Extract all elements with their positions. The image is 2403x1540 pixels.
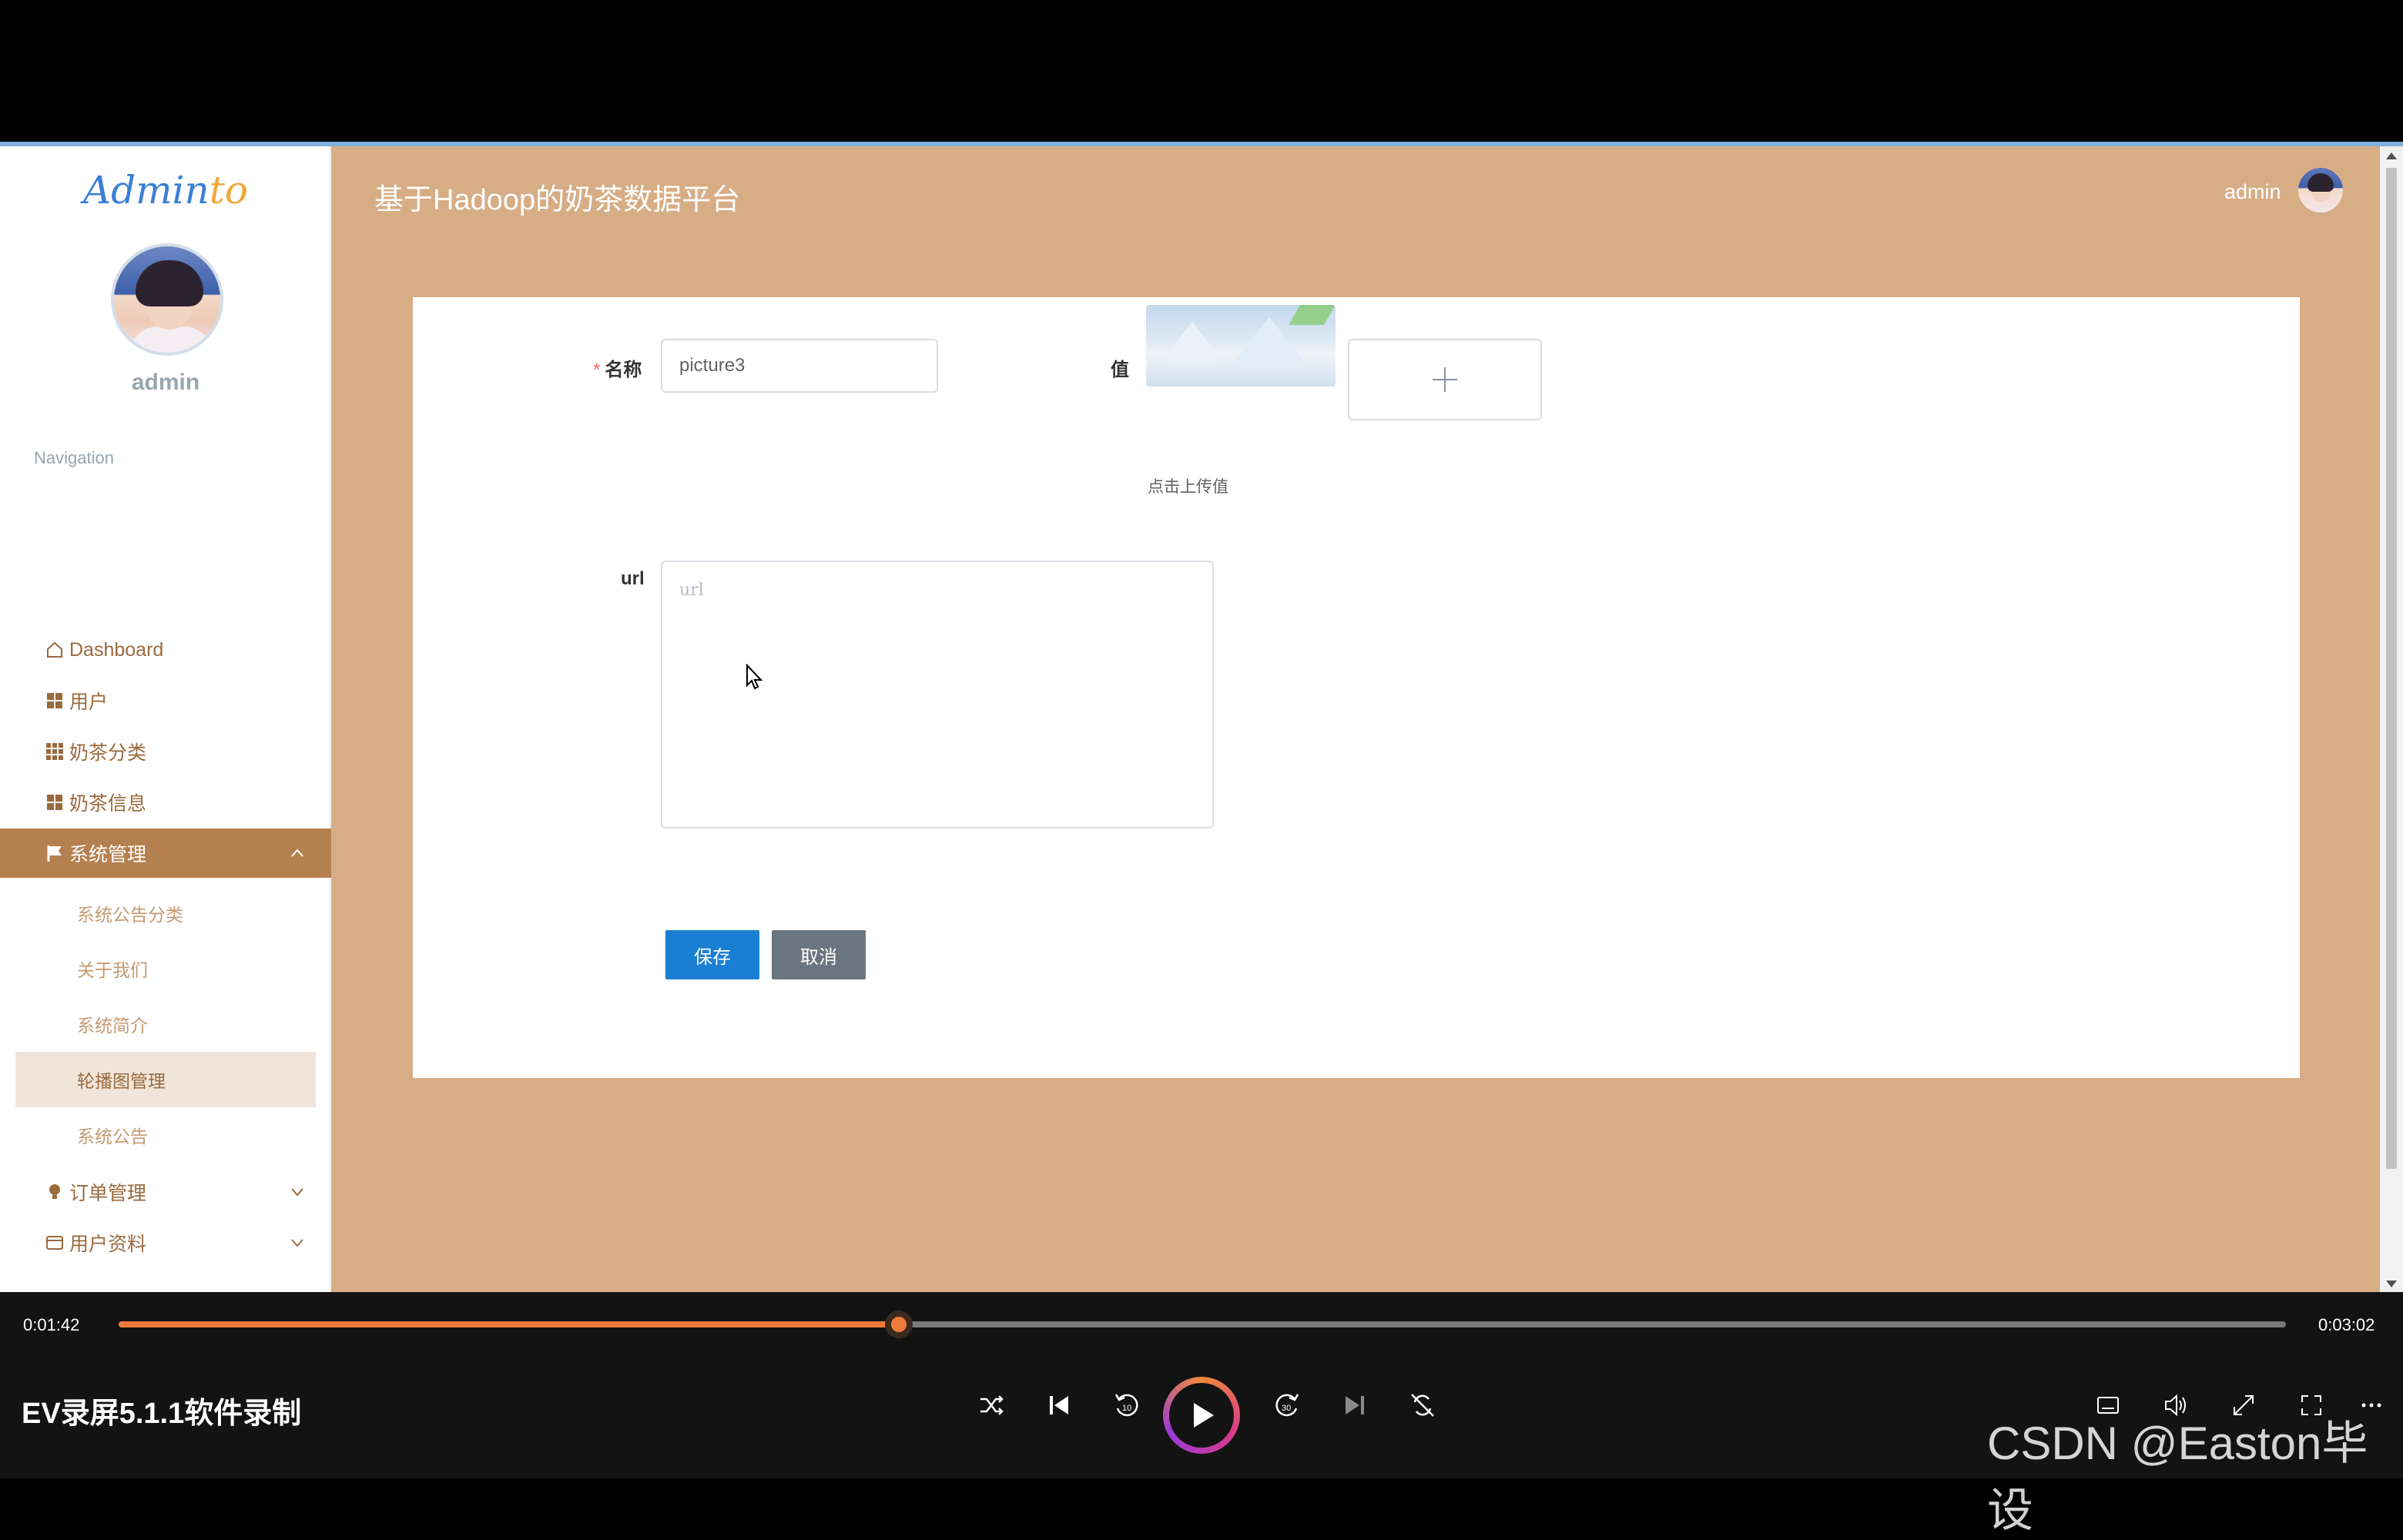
vertical-scrollbar[interactable] — [2380, 146, 2403, 1292]
svg-text:10: 10 — [1122, 1404, 1131, 1413]
app-logo[interactable]: Adminto — [0, 168, 331, 213]
sidebar-item-label: 奶茶分类 — [69, 742, 147, 764]
scroll-up-arrow-icon[interactable] — [2386, 152, 2397, 159]
total-time: 0:03:02 — [2318, 1315, 2375, 1334]
grid-icon — [45, 691, 65, 711]
chevron-down-icon — [290, 1234, 305, 1249]
chevron-down-icon — [290, 1183, 305, 1198]
apps-icon — [45, 742, 65, 762]
avatar — [111, 243, 223, 356]
sidebar-item-tea-category[interactable]: 奶茶分类 — [0, 727, 331, 776]
header-username[interactable]: admin — [2224, 180, 2281, 204]
cancel-button[interactable]: 取消 — [772, 930, 866, 979]
header-avatar[interactable] — [2298, 168, 2343, 213]
flag-icon — [45, 843, 65, 863]
page-title: 基于Hadoop的奶茶数据平台 — [374, 184, 741, 216]
sidebar: Adminto admin Navigation Dashboard 用户 奶茶… — [0, 146, 331, 1292]
name-input[interactable]: picture3 — [661, 339, 938, 393]
name-label: * 名称 — [593, 360, 642, 380]
card-icon — [45, 1233, 65, 1253]
scrollbar-thumb[interactable] — [2386, 168, 2397, 1169]
repeat-off-icon[interactable] — [1403, 1386, 1442, 1424]
recorder-label: EV录屏5.1.1软件录制 — [22, 1398, 302, 1430]
current-time: 0:01:42 — [23, 1315, 80, 1334]
home-icon — [45, 640, 65, 660]
seek-bar[interactable] — [119, 1321, 2286, 1327]
rewind-10-icon[interactable]: 10 — [1108, 1386, 1146, 1424]
seek-handle[interactable] — [885, 1311, 913, 1338]
sidebar-item-tea-info[interactable]: 奶茶信息 — [0, 778, 331, 827]
sidebar-item-orders[interactable]: 订单管理 — [0, 1167, 331, 1217]
previous-icon[interactable] — [1040, 1386, 1078, 1424]
sidebar-subitem-system-notice[interactable]: 系统公告 — [15, 1107, 316, 1163]
forward-30-icon[interactable]: 30 — [1268, 1386, 1306, 1424]
svg-text:30: 30 — [1282, 1404, 1291, 1413]
save-button[interactable]: 保存 — [665, 930, 759, 979]
sidebar-subitem-notice-category[interactable]: 系统公告分类 — [15, 886, 316, 941]
sidebar-username: admin — [131, 370, 200, 395]
chevron-up-icon — [290, 844, 305, 859]
shuffle-icon[interactable] — [972, 1386, 1010, 1424]
plus-icon — [1433, 367, 1457, 392]
sidebar-subitem-carousel[interactable]: 轮播图管理 — [15, 1052, 316, 1107]
sidebar-subitem-about-us[interactable]: 关于我们 — [15, 941, 316, 996]
sidebar-item-label: 系统管理 — [69, 844, 147, 865]
sidebar-item-system[interactable]: 系统管理 — [0, 829, 331, 878]
grid-icon — [45, 792, 65, 812]
uploaded-image-thumbnail[interactable] — [1146, 305, 1336, 387]
mouse-cursor-icon — [746, 664, 763, 690]
nav-section-title: Navigation — [34, 448, 114, 467]
upload-hint: 点击上传值 — [1148, 478, 1228, 496]
sidebar-item-users[interactable]: 用户 — [0, 676, 331, 725]
url-textarea[interactable]: url — [661, 561, 1214, 829]
sidebar-item-label: Dashboard — [69, 638, 164, 661]
csdn-watermark: CSDN @Easton毕设 — [1987, 1418, 2368, 1536]
play-icon — [1194, 1403, 1214, 1428]
sidebar-item-dashboard[interactable]: Dashboard — [0, 625, 331, 675]
next-icon[interactable] — [1336, 1386, 1374, 1424]
sidebar-item-label: 用户资料 — [69, 1234, 147, 1255]
sidebar-item-user-profile[interactable]: 用户资料 — [0, 1218, 331, 1267]
seek-bar-progress — [119, 1321, 899, 1327]
scroll-down-arrow-icon[interactable] — [2386, 1281, 2397, 1287]
sidebar-subitem-system-intro[interactable]: 系统简介 — [15, 996, 316, 1052]
image-upload-button[interactable] — [1348, 339, 1542, 420]
edit-form-card: * 名称 picture3 值 点击上传值 url url 保存 取消 — [413, 297, 2300, 1078]
url-label: url — [621, 568, 645, 589]
sidebar-item-label: 订单管理 — [69, 1183, 147, 1204]
browser-viewport: Adminto admin Navigation Dashboard 用户 奶茶… — [0, 142, 2403, 1292]
value-label: 值 — [1111, 360, 1129, 380]
video-letterbox-top — [0, 0, 2403, 142]
play-button[interactable] — [1163, 1377, 1240, 1454]
bulb-icon — [45, 1182, 65, 1202]
sidebar-item-label: 奶茶信息 — [69, 793, 147, 815]
sidebar-item-label: 用户 — [69, 691, 109, 713]
